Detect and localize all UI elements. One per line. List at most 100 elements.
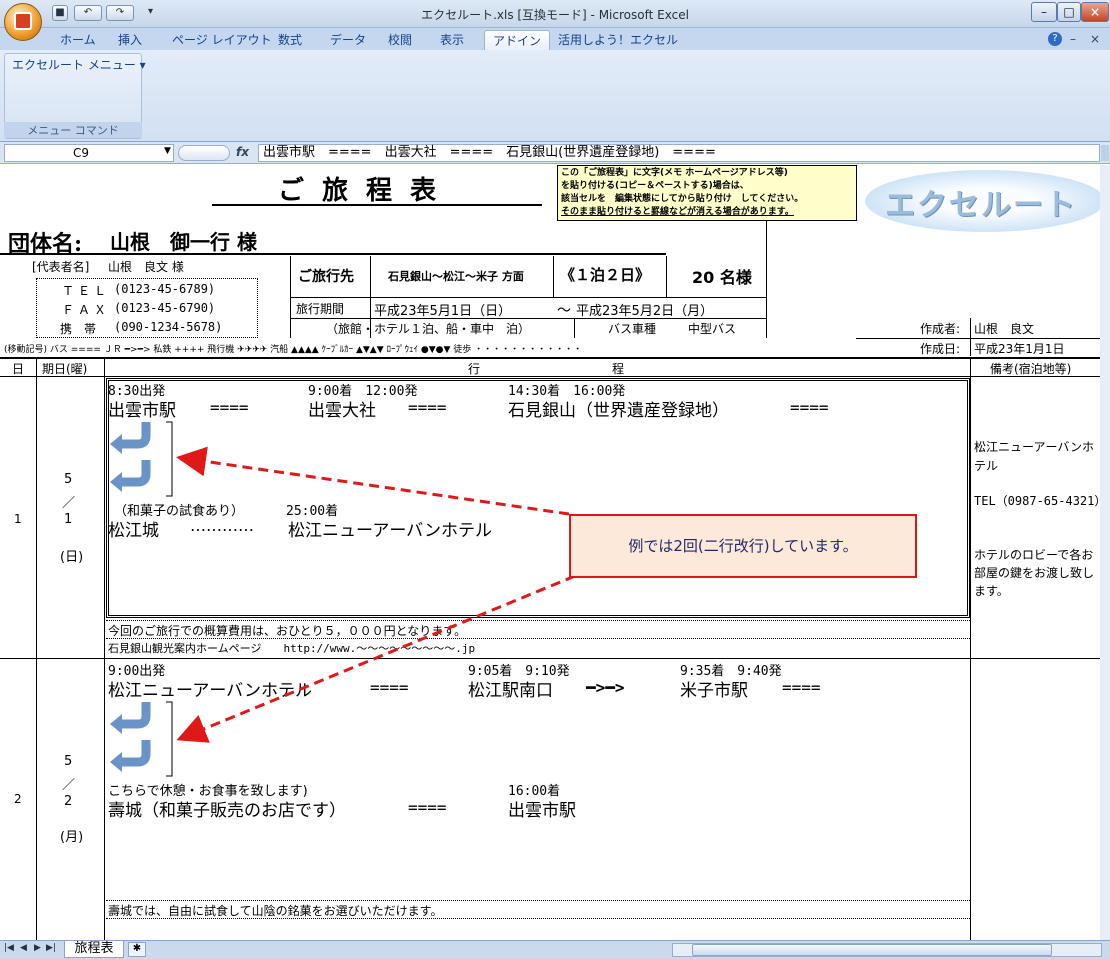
day1-date: 1 [64, 512, 73, 527]
tab-formulas[interactable]: 数式 [270, 30, 310, 50]
day2-footer: 壽城では、自由に試食して山陰の銘菓をお選びいただけます。 [108, 904, 443, 918]
next-sheet-icon[interactable]: ▶ [34, 943, 41, 953]
close-button[interactable]: × [1081, 2, 1109, 22]
scroll-thumb[interactable] [692, 944, 1052, 956]
destination-label: ご旅行先 [298, 269, 354, 285]
day1-footer: 石見銀山観光案内ホームページ http://www.～～～～～～～～～.jp [108, 642, 476, 655]
sheet-title: ご旅程表 [278, 176, 455, 206]
insert-sheet-icon[interactable]: ✱ [128, 942, 146, 957]
destination-value: 石見銀山～松江～米子 方面 [388, 270, 524, 283]
tab-view[interactable]: 表示 [432, 30, 472, 50]
day2-dow: (月) [60, 830, 84, 845]
tab-addins[interactable]: アドイン [484, 30, 551, 50]
col-itinerary: 行 程 [468, 362, 625, 376]
created-label: 作成日: [920, 342, 961, 356]
period-label: 旅行期間 [296, 302, 345, 316]
formula-bar-handle[interactable] [178, 145, 230, 161]
namebox-dropdown-icon[interactable]: ▼ [164, 146, 171, 156]
tab-excel-tips[interactable]: 活用しよう！エクセル [550, 30, 686, 50]
notice-line: この「ご旅程表」に文字(メモ ホームページアドレス等) [561, 168, 788, 178]
day1-bus-mark: ==== [790, 398, 829, 417]
col-notes: 備考(宿泊地等) [990, 362, 1072, 376]
created-value: 平成23年1月1日 [974, 342, 1065, 356]
day1-stop: 出雲市駅 [108, 401, 176, 421]
period-start: 平成23年5月1日（日） [374, 304, 512, 319]
rep-name: 山根 良文 様 [108, 260, 184, 274]
period-separator: ～ [557, 303, 571, 319]
ribbon-minimize-icon[interactable]: – [1070, 32, 1076, 46]
day2-stop: 出雲市駅 [508, 801, 576, 821]
last-sheet-icon[interactable]: ▶| [46, 943, 56, 953]
day2-slash: ／ [62, 778, 76, 793]
notice-line: を貼り付ける(コピー＆ペーストする)場合は、 [561, 181, 749, 191]
logo-text: エクセルート [885, 188, 1077, 223]
sheet-tab[interactable]: 旅程表 [64, 941, 124, 958]
author-value: 山根 良文 [974, 322, 1035, 336]
insert-function-icon[interactable]: fx [236, 145, 249, 159]
day1-stop: 出雲大社 [308, 401, 376, 421]
group-name: 山根 御一行 様 [110, 230, 257, 254]
window-title: エクセルート.xls [互換モード] - Microsoft Excel [421, 8, 689, 22]
fax-label: ＦＡＸ [62, 303, 111, 317]
minimize-button[interactable]: – [1031, 2, 1057, 22]
people-count: 20 名様 [692, 268, 752, 287]
tab-review[interactable]: 校閲 [380, 30, 420, 50]
day1-dow: (日) [60, 550, 84, 565]
day1-notes-hotel: 松江ニューアーバンホテル [974, 440, 1095, 473]
day2-stop: 松江駅南口 [468, 681, 553, 701]
day2-jr-mark: ━>━> [586, 678, 625, 697]
prev-sheet-icon[interactable]: ◀ [20, 943, 27, 953]
day1-month: 5 [64, 472, 73, 487]
author-label: 作成者: [920, 322, 961, 336]
day1-number: 1 [14, 512, 22, 526]
tab-page-layout[interactable]: ページ レイアウト [164, 30, 280, 50]
day1-walk-mark: ………… [190, 516, 254, 535]
ribbon-close-icon[interactable]: × [1090, 32, 1100, 46]
day1-stop: 松江ニューアーバンホテル [288, 521, 492, 541]
day1-bus-mark: ==== [210, 398, 249, 417]
day1-stop: 松江城 [108, 521, 159, 541]
bus-label: バス車種 [608, 322, 657, 336]
office-logo-icon [14, 12, 32, 30]
excelroute-menu-button[interactable]: エクセルート メニュー ▾ [12, 56, 146, 73]
day2-stop: 壽城（和菓子販売のお店です） [108, 801, 346, 821]
day1-notes-info: ホテルのロビーで各お部屋の鍵をお渡し致します。 [974, 548, 1095, 598]
day2-bus-mark: ==== [370, 678, 409, 697]
day2-stop: 米子市駅 [680, 681, 748, 701]
line-break-arrows-icon [110, 421, 173, 497]
help-icon[interactable]: ? [1048, 32, 1062, 46]
first-sheet-icon[interactable]: |◀ [4, 943, 14, 953]
rep-label: [代表者名] [32, 260, 90, 274]
nights: 《１泊２日》 [560, 266, 651, 284]
bus-value: 中型バス [688, 322, 737, 336]
day2-stop: 松江ニューアーバンホテル [108, 681, 312, 701]
formula-expand-icon[interactable] [1101, 145, 1109, 161]
group-label: メニュー コマンド [4, 122, 142, 138]
tab-insert[interactable]: 挿入 [110, 30, 150, 50]
paste-notice: この「ご旅程表」に文字(メモ ホームページアドレス等) を貼り付ける(コピー＆ペ… [557, 165, 857, 221]
day2-number: 2 [14, 792, 22, 806]
day2-month: 5 [64, 754, 73, 769]
fax-value: (0123-45-6790) [114, 301, 216, 315]
col-day: 日 [12, 362, 25, 376]
maximize-button[interactable]: □ [1057, 2, 1081, 22]
formula-input[interactable]: 出雲市駅 ==== 出雲大社 ==== 石見銀山(世界遺産登録地) ==== [258, 144, 1100, 162]
day1-notes-tel: TEL（0987-65-4321） [974, 494, 1107, 508]
tel-label: ＴＥＬ [62, 284, 111, 298]
period-end: 平成23年5月2日（月） [576, 304, 714, 319]
tab-home[interactable]: ホーム [52, 30, 104, 50]
col-date: 期日(曜) [42, 362, 88, 376]
day2-bus-mark: ==== [782, 678, 821, 697]
line-break-arrows-icon [110, 701, 173, 777]
tab-data[interactable]: データ [322, 30, 374, 50]
day2-bus-mark: ==== [408, 798, 447, 817]
callout-box: 例では2回(二行改行)しています。 [569, 514, 917, 578]
day1-footer: 今回のご旅行での概算費用は、おひとり５，０００円となります。 [108, 624, 467, 638]
name-box[interactable]: C9 [4, 144, 174, 162]
notice-line: そのまま貼り付けると罫線などが消える場合があります。 [561, 207, 794, 217]
vertical-scrollbar[interactable] [1100, 165, 1110, 940]
day1-stop: 石見銀山（世界遺産登録地） [508, 401, 729, 421]
notice-line: 該当セルを 編集状態にしてから貼り付け してください。 [561, 194, 804, 204]
lodging-info: （旅館・ホテル１泊、船・車中 泊） [326, 322, 531, 336]
office-button[interactable] [4, 3, 42, 41]
